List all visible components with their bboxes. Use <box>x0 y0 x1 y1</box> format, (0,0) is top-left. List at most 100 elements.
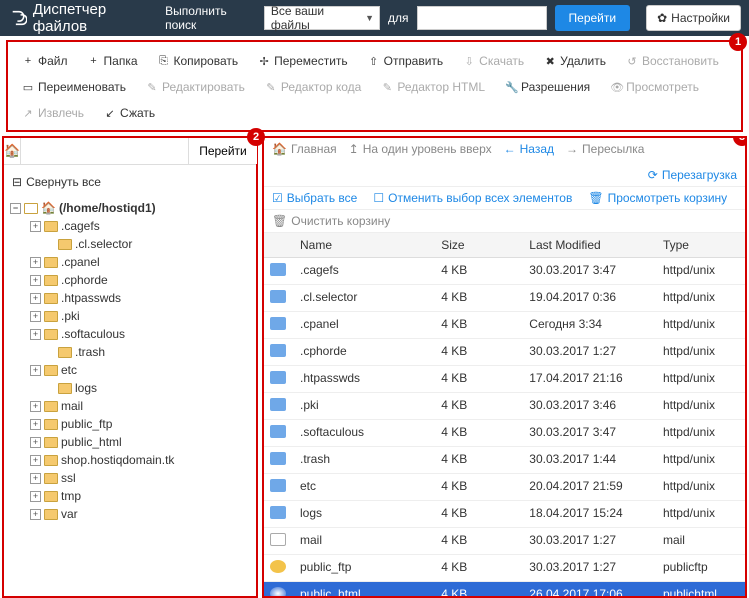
cell-modified: 30.03.2017 3:47 <box>523 420 657 446</box>
cell-name: .pki <box>294 393 435 419</box>
toggle-icon[interactable]: + <box>30 329 41 340</box>
select-all[interactable]: ☑Выбрать все <box>272 191 357 205</box>
tool-отправить[interactable]: ⇧Отправить <box>358 48 454 74</box>
col-type[interactable]: Type <box>657 233 745 257</box>
folder-icon <box>44 329 58 340</box>
toggle-icon[interactable]: + <box>30 401 41 412</box>
cell-modified: 30.03.2017 3:46 <box>523 393 657 419</box>
toggle-icon[interactable]: + <box>30 293 41 304</box>
tree-node[interactable]: +mail <box>8 397 252 415</box>
toggle-icon[interactable]: + <box>30 419 41 430</box>
tree-node[interactable]: +.htpasswds <box>8 289 252 307</box>
tree-home-button[interactable]: 🏠 <box>4 138 21 164</box>
cell-size: 4 KB <box>435 582 523 596</box>
table-row[interactable]: .pki4 KB30.03.2017 3:46httpd/unix <box>264 393 745 420</box>
table-row[interactable]: .cl.selector4 KB19.04.2017 0:36httpd/uni… <box>264 285 745 312</box>
cell-modified: 30.03.2017 1:44 <box>523 447 657 473</box>
table-row[interactable]: public_html4 KB26.04.2017 17:06publichtm… <box>264 582 745 596</box>
tool-копировать[interactable]: ⎘Копировать <box>148 48 249 74</box>
tree-node[interactable]: +shop.hostiqdomain.tk <box>8 451 252 469</box>
callout-badge-1: 1 <box>729 33 747 51</box>
table-row[interactable]: .softaculous4 KB30.03.2017 3:47httpd/uni… <box>264 420 745 447</box>
tool-переместить[interactable]: ✢Переместить <box>248 48 358 74</box>
toggle-icon[interactable]: + <box>30 275 41 286</box>
cell-name: public_html <box>294 582 435 596</box>
collapse-icon: ⊟ <box>12 175 22 189</box>
tree-node[interactable]: +tmp <box>8 487 252 505</box>
tool-просмотреть: 👁Просмотреть <box>600 74 709 100</box>
table-row[interactable]: .cphorde4 KB30.03.2017 1:27httpd/unix <box>264 339 745 366</box>
tree-node[interactable]: +public_html <box>8 433 252 451</box>
tool-удалить[interactable]: ✖Удалить <box>534 48 616 74</box>
trash-icon: 🗑 <box>272 214 287 228</box>
crumb-back[interactable]: ←Назад <box>504 142 554 156</box>
folder-icon <box>58 347 72 358</box>
toggle-icon[interactable]: + <box>30 311 41 322</box>
toggle-icon[interactable]: + <box>30 257 41 268</box>
cell-size: 4 KB <box>435 339 523 365</box>
table-row[interactable]: .trash4 KB30.03.2017 1:44httpd/unix <box>264 447 745 474</box>
tree-node[interactable]: +.cphorde <box>8 271 252 289</box>
tree-node[interactable]: +public_ftp <box>8 415 252 433</box>
toggle-icon[interactable]: + <box>30 455 41 466</box>
cell-type: httpd/unix <box>657 501 745 527</box>
table-row[interactable]: public_ftp4 KB30.03.2017 1:27publicftp <box>264 555 745 582</box>
gear-icon: ✿ <box>657 11 667 25</box>
toggle-icon[interactable]: − <box>10 203 21 214</box>
col-modified[interactable]: Last Modified <box>523 233 657 257</box>
tree-node[interactable]: +ssl <box>8 469 252 487</box>
tool-сжать[interactable]: ↙Сжать <box>94 100 165 126</box>
cell-size: 4 KB <box>435 528 523 554</box>
toggle-icon[interactable]: + <box>30 509 41 520</box>
table-row[interactable]: .cpanel4 KBСегодня 3:34httpd/unix <box>264 312 745 339</box>
tree-path-input[interactable] <box>21 138 188 164</box>
toggle-icon[interactable]: + <box>30 491 41 502</box>
crumb-up[interactable]: ↥На один уровень вверх <box>349 142 492 156</box>
col-name[interactable]: Name <box>294 233 435 257</box>
toggle-icon[interactable]: + <box>30 365 41 376</box>
table-row[interactable]: logs4 KB18.04.2017 15:24httpd/unix <box>264 501 745 528</box>
col-size[interactable]: Size <box>435 233 523 257</box>
search-go-button[interactable]: Перейти <box>555 5 631 31</box>
tree-node[interactable]: logs <box>8 379 252 397</box>
tool-извлечь: ↗Извлечь <box>12 100 94 126</box>
tree-node[interactable]: .cl.selector <box>8 235 252 253</box>
empty-trash[interactable]: 🗑Очистить корзину <box>272 214 737 228</box>
tree-node[interactable]: +etc <box>8 361 252 379</box>
deselect-all[interactable]: ☐Отменить выбор всех элементов <box>373 191 572 205</box>
crumb-forward[interactable]: →Пересылка <box>566 142 644 156</box>
folder-icon <box>44 311 58 322</box>
tree-go-button[interactable]: Перейти <box>188 138 257 164</box>
table-row[interactable]: etc4 KB20.04.2017 21:59httpd/unix <box>264 474 745 501</box>
collapse-all[interactable]: ⊟ Свернуть все <box>4 165 256 199</box>
tool-icon: 🔧 <box>505 81 517 94</box>
tool-восстановить: ↺Восстановить <box>616 48 729 74</box>
toggle-icon[interactable]: + <box>30 437 41 448</box>
scope-select[interactable]: Все ваши файлы <box>264 6 380 30</box>
tree-node[interactable]: +.softaculous <box>8 325 252 343</box>
search-input[interactable] <box>417 6 547 30</box>
tool-файл[interactable]: +Файл <box>12 48 78 74</box>
tool-разрешения[interactable]: 🔧Разрешения <box>495 74 600 100</box>
folder-open-icon <box>24 203 38 214</box>
table-row[interactable]: mail4 KB30.03.2017 1:27mail <box>264 528 745 555</box>
tree-node[interactable]: +.pki <box>8 307 252 325</box>
crumb-home[interactable]: 🏠Главная <box>272 142 337 156</box>
settings-button[interactable]: ✿Настройки <box>646 5 741 31</box>
tree-node[interactable]: +var <box>8 505 252 523</box>
tool-переименовать[interactable]: ▭Переименовать <box>12 74 136 100</box>
tool-редактировать: ✎Редактировать <box>136 74 255 100</box>
toggle-icon[interactable]: + <box>30 473 41 484</box>
cell-modified: 30.03.2017 3:47 <box>523 258 657 284</box>
tree-root[interactable]: − 🏠 (/home/hostiqd1) <box>8 199 252 217</box>
table-row[interactable]: .htpasswds4 KB17.04.2017 21:16httpd/unix <box>264 366 745 393</box>
toggle-icon[interactable]: + <box>30 221 41 232</box>
tree-node[interactable]: +.cagefs <box>8 217 252 235</box>
table-row[interactable]: .cagefs4 KB30.03.2017 3:47httpd/unix <box>264 258 745 285</box>
view-trash[interactable]: 🗑Просмотреть корзину <box>588 191 727 205</box>
tree-node[interactable]: +.cpanel <box>8 253 252 271</box>
crumb-reload[interactable]: ⟳Перезагрузка <box>648 168 737 182</box>
tool-папка[interactable]: +Папка <box>78 48 148 74</box>
tree-node[interactable]: .trash <box>8 343 252 361</box>
tool-icon: ▭ <box>22 81 34 94</box>
